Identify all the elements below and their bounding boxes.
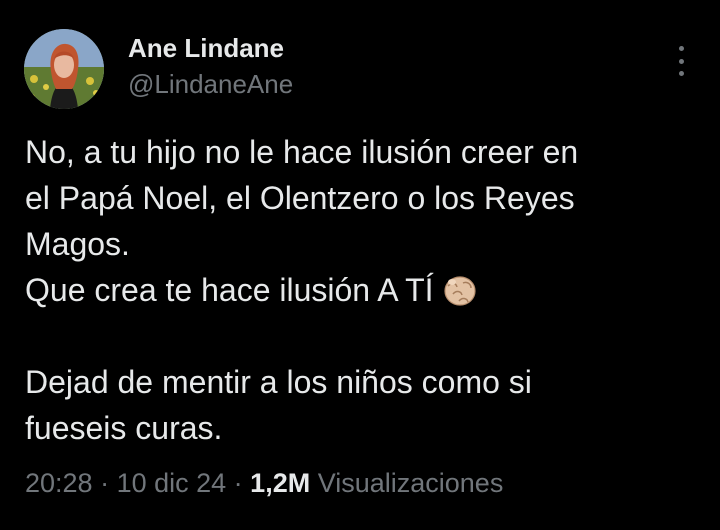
tweet-date[interactable]: 10 dic 24 xyxy=(117,468,227,498)
oncoming-fist-icon xyxy=(440,270,480,310)
separator: · xyxy=(226,468,251,498)
tweet-line-with-emoji: Que crea te hace ilusión A TÍ xyxy=(25,267,695,313)
dot xyxy=(678,58,684,64)
more-dots-icon[interactable] xyxy=(670,46,692,76)
dot xyxy=(678,46,684,51)
separator: · xyxy=(92,468,117,498)
tweet-line: Que crea te hace ilusión A TÍ xyxy=(25,272,434,308)
tweet-meta: 20:28 · 10 dic 24 · 1,2M Visualizaciones xyxy=(25,468,503,499)
tweet-text: No, a tu hijo no le hace ilusión creer e… xyxy=(25,129,695,451)
views-count[interactable]: 1,2M xyxy=(250,468,310,498)
tweet-line: Dejad de mentir a los niños como si xyxy=(25,364,532,400)
tweet-line: Magos. xyxy=(25,226,130,262)
avatar[interactable] xyxy=(24,29,104,109)
views-label: Visualizaciones xyxy=(310,468,504,498)
avatar-photo xyxy=(24,29,104,109)
tweet-line: el Papá Noel, el Olentzero o los Reyes xyxy=(25,180,575,216)
dot xyxy=(678,71,684,76)
tweet-time[interactable]: 20:28 xyxy=(25,468,93,498)
tweet-line: No, a tu hijo no le hace ilusión creer e… xyxy=(25,134,579,170)
tweet-line: fueseis curas. xyxy=(25,410,223,446)
author-name[interactable]: Ane Lindane xyxy=(128,33,284,64)
tweet-card: Ane Lindane @LindaneAne No, a tu hijo no… xyxy=(0,0,720,530)
author-handle[interactable]: @LindaneAne xyxy=(128,69,293,100)
